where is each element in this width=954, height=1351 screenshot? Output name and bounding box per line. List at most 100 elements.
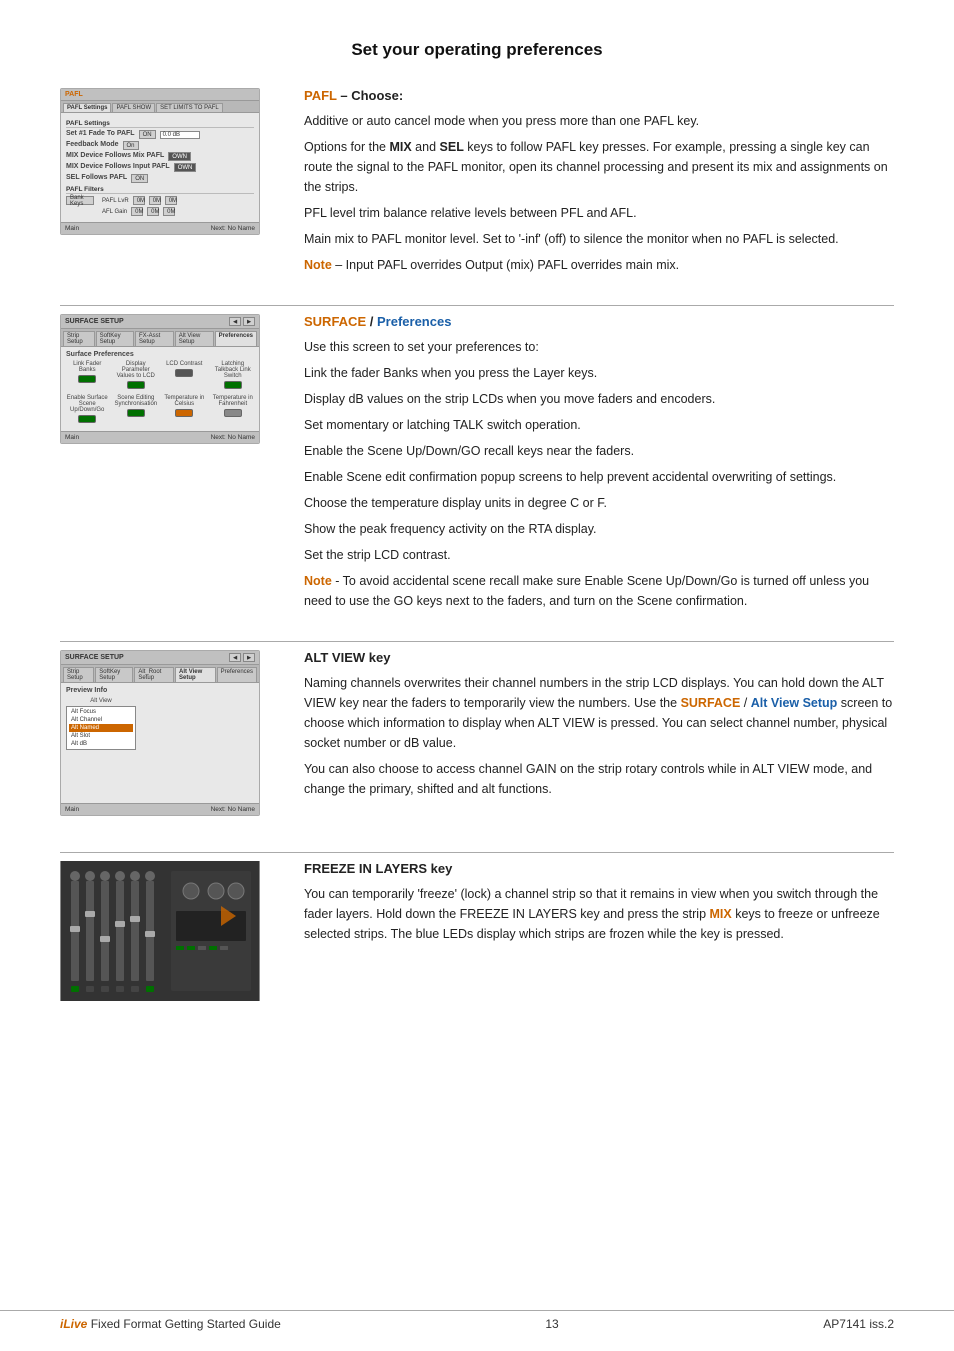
surface-heading-blue: Preferences [377, 314, 451, 329]
freeze-heading-plain: FREEZE IN LAYERS [304, 861, 427, 876]
freeze-content: FREEZE IN LAYERS key You can temporarily… [304, 861, 894, 1001]
pafl-tab-settings[interactable]: PAFL Settings [63, 103, 111, 112]
pafl-afl-1[interactable]: 0M [131, 207, 143, 216]
surface-para-1: Link the fader Banks when you press the … [304, 363, 894, 383]
footer-center: 13 [545, 1317, 558, 1331]
surface-toggle-lcd[interactable] [175, 369, 193, 377]
surface-toggle-tempF[interactable] [224, 409, 242, 417]
surface-para-2: Display dB values on the strip LCDs when… [304, 389, 894, 409]
surface-para-7: Show the peak frequency activity on the … [304, 519, 894, 539]
surface-cell-display: Display Parameter Values to LCD [115, 361, 158, 389]
section-altview: SURFACE SETUP ◀ ▶ Strip Setup SoftKey Se… [60, 650, 894, 822]
pafl-content: PAFL – Choose: Additive or auto cancel m… [304, 88, 894, 275]
altview-option-3[interactable]: Alt Named [69, 724, 133, 732]
surface-btn-1[interactable]: ◀ [229, 317, 241, 326]
freeze-photo-area [60, 861, 280, 1001]
surface-grid-row-1: Link Fader Banks Display Parameter Value… [66, 361, 254, 389]
surface-para-8: Set the strip LCD contrast. [304, 545, 894, 565]
pafl-bottom-next: Next: No Name [211, 225, 255, 232]
surface-toggle-scene[interactable] [78, 415, 96, 423]
surface-cell-link: Link Fader Banks [66, 361, 109, 389]
altview-para-1: Naming channels overwrites their channel… [304, 673, 894, 753]
surface-prefs-label: Surface Preferences [66, 351, 254, 358]
surface-grid-row-2: Enable Surface Scene Up/Down/Go Scene Ed… [66, 395, 254, 423]
altview-tab-root[interactable]: Alt_Root Setup [134, 667, 174, 682]
pafl-bottom-main: Main [65, 225, 79, 232]
pafl-afl-2[interactable]: 0M [147, 207, 159, 216]
pafl-para-2: Options for the MIX and SEL keys to foll… [304, 137, 894, 197]
surface-para-5: Enable Scene edit confirmation popup scr… [304, 467, 894, 487]
altview-option-1[interactable]: Alt Focus [69, 708, 133, 716]
footer-left: iLive Fixed Format Getting Started Guide [60, 1317, 281, 1331]
surface-toggle-editing[interactable] [127, 409, 145, 417]
pafl-para-4: Main mix to PAFL monitor level. Set to '… [304, 229, 894, 249]
pafl-btn-follows-input[interactable]: OWN [174, 163, 197, 172]
freeze-heading: FREEZE IN LAYERS key [304, 861, 894, 876]
pafl-btn-sel-follows[interactable]: ON [131, 174, 148, 183]
pafl-lvr-2[interactable]: 0M [149, 196, 161, 205]
footer: iLive Fixed Format Getting Started Guide… [0, 1310, 954, 1331]
surface-tab-softkey[interactable]: SoftKey Setup [96, 331, 134, 346]
surface-toggle-talk[interactable] [224, 381, 242, 389]
altview-bottom: Main Next: No Name [61, 803, 259, 815]
pafl-title-label: PAFL [65, 91, 83, 98]
altview-tab-softkey[interactable]: SoftKey Setup [95, 667, 133, 682]
altview-tab-prefs[interactable]: Preferences [217, 667, 257, 682]
pafl-btn-follows-mix[interactable]: OWN [168, 152, 191, 161]
pafl-row-follows-input: MIX Device Follows Input PAFL OWN [66, 163, 254, 172]
pafl-filter-btn[interactable]: Bank Keys [66, 196, 94, 205]
surface-cell-tempC: Temperature in Celsius [163, 395, 205, 423]
pafl-tabs: PAFL Settings PAFL SHOW SET LIMITS TO PA… [61, 101, 259, 113]
page: Set your operating preferences PAFL PAFL… [0, 0, 954, 1351]
freeze-photo-svg [61, 861, 259, 1001]
altview-option-4[interactable]: Alt Slot [69, 732, 133, 740]
altview-btn-2[interactable]: ▶ [243, 653, 255, 662]
surface-tab-fxasst[interactable]: FX-Asst Setup [135, 331, 174, 346]
altview-title-label: SURFACE SETUP [65, 654, 124, 661]
altview-tab-strip[interactable]: Strip Setup [63, 667, 94, 682]
section-pafl: PAFL PAFL Settings PAFL SHOW SET LIMITS … [60, 88, 894, 275]
surface-bottom-next: Next: No Name [211, 434, 255, 441]
surface-heading: SURFACE / Preferences [304, 314, 894, 329]
pafl-lvr-1[interactable]: 0M [133, 196, 145, 205]
divider-1 [60, 305, 894, 306]
surface-toggle-link[interactable] [78, 375, 96, 383]
surface-para-0: Use this screen to set your preferences … [304, 337, 894, 357]
surface-btn-2[interactable]: ▶ [243, 317, 255, 326]
freeze-para-1: You can temporarily 'freeze' (lock) a ch… [304, 884, 894, 944]
altview-btn-1[interactable]: ◀ [229, 653, 241, 662]
pafl-btn-1[interactable]: ON [139, 130, 156, 139]
altview-screenshot-area: SURFACE SETUP ◀ ▶ Strip Setup SoftKey Se… [60, 650, 280, 822]
altview-option-2[interactable]: Alt Channel [69, 716, 133, 724]
altview-option-5[interactable]: Alt dB [69, 740, 133, 748]
altview-titlebar: SURFACE SETUP ◀ ▶ [61, 651, 259, 665]
pafl-row-feedback: Feedback Mode On [66, 141, 254, 150]
surface-toggle-display[interactable] [127, 381, 145, 389]
surface-bottom-main: Main [65, 434, 79, 441]
pafl-tab-limits[interactable]: SET LIMITS TO PAFL [156, 103, 223, 112]
surface-heading-orange: SURFACE [304, 314, 366, 329]
altview-para-2: You can also choose to access channel GA… [304, 759, 894, 799]
pafl-tab-show[interactable]: PAFL SHOW [112, 103, 155, 112]
pafl-row-follows-mix: MIX Device Follows Mix PAFL OWN [66, 152, 254, 161]
surface-cell-editing: Scene Editing Synchronisation [114, 395, 157, 423]
freeze-heading-rest: key [431, 861, 453, 876]
surface-para-4: Enable the Scene Up/Down/GO recall keys … [304, 441, 894, 461]
altview-content: ALT VIEW key Naming channels overwrites … [304, 650, 894, 822]
surface-toggle-tempC[interactable] [175, 409, 193, 417]
pafl-afl-3[interactable]: 0M [163, 207, 175, 216]
pafl-btn-feedback[interactable]: On [123, 141, 139, 150]
altview-preview-label: Preview Info [66, 687, 254, 694]
altview-dropdown[interactable]: Alt Focus Alt Channel Alt Named Alt Slot… [66, 706, 136, 750]
altview-tab-altview[interactable]: Alt View Setup [175, 667, 216, 682]
surface-tab-altview[interactable]: Alt View Setup [175, 331, 214, 346]
surface-tabs: Strip Setup SoftKey Setup FX-Asst Setup … [61, 329, 259, 347]
surface-para-6: Choose the temperature display units in … [304, 493, 894, 513]
surface-body: Surface Preferences Link Fader Banks Dis… [61, 347, 259, 431]
pafl-lvr-3[interactable]: 0M [165, 196, 177, 205]
surface-titlebar: SURFACE SETUP ◀ ▶ [61, 315, 259, 329]
pafl-para-3: PFL level trim balance relative levels b… [304, 203, 894, 223]
surface-tab-prefs[interactable]: Preferences [215, 331, 257, 346]
surface-tab-strip[interactable]: Strip Setup [63, 331, 95, 346]
divider-2 [60, 641, 894, 642]
